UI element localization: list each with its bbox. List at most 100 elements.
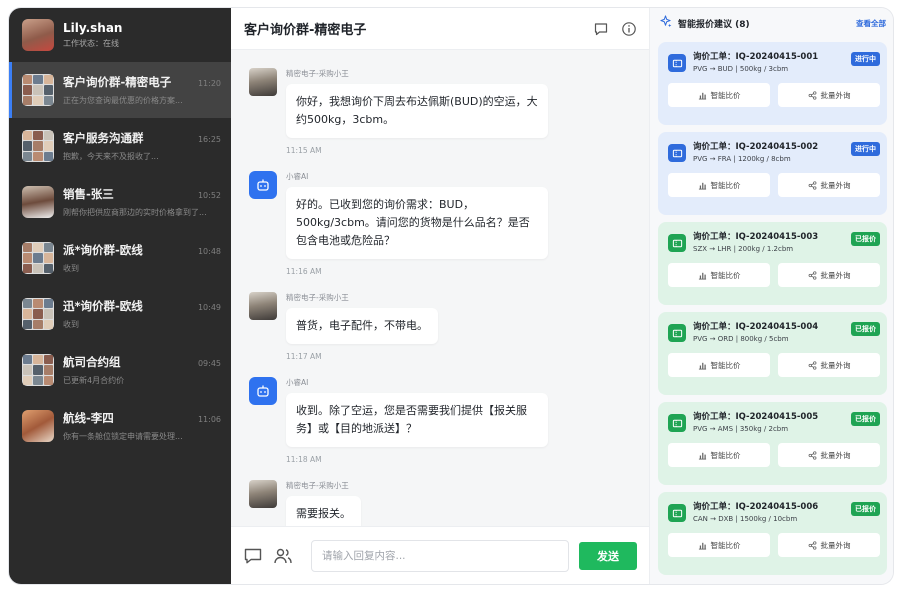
- info-icon[interactable]: [621, 21, 637, 37]
- people-icon[interactable]: [273, 546, 293, 566]
- conversation-name: 客户询价群-精密电子: [63, 75, 172, 89]
- message: 小睿AI 收到。除了空运，您是否需要我们提供【报关服务】或【目的地派送】？ 11:1…: [249, 377, 631, 464]
- smart-compare-label: 智能比价: [710, 90, 741, 100]
- batch-inquiry-label: 批量外询: [820, 360, 851, 370]
- ticket-icon: [668, 234, 686, 252]
- message-sender: 小睿AI: [286, 378, 309, 387]
- quote-card[interactable]: 询价工单：IQ-20240415-004 PVG → ORD | 800kg /…: [658, 312, 887, 395]
- message-bubble: 普货，电子配件，不带电。: [286, 308, 438, 344]
- quote-id: 询价工单：IQ-20240415-001: [693, 52, 819, 62]
- batch-inquiry-button[interactable]: 批量外询: [778, 353, 880, 377]
- chat-bubble-icon[interactable]: [593, 21, 609, 37]
- bar-chart-icon: [698, 91, 707, 100]
- smart-compare-label: 智能比价: [710, 360, 741, 370]
- sparkle-icon: [659, 15, 672, 31]
- conversation-avatar: [22, 298, 54, 330]
- conversation-item[interactable]: 销售-张三 10:52 刚帮你把供应商那边的实时价格拿到了...: [9, 174, 231, 230]
- status-badge: 已报价: [851, 502, 880, 516]
- share-icon: [808, 90, 817, 100]
- quote-card[interactable]: 询价工单：IQ-20240415-001 PVG → BUD | 500kg /…: [658, 42, 887, 125]
- batch-inquiry-button[interactable]: 批量外询: [778, 83, 880, 107]
- batch-inquiry-button[interactable]: 批量外询: [778, 533, 880, 557]
- conversation-name: 客户服务沟通群: [63, 131, 144, 145]
- conversation-item[interactable]: 航线-李四 11:06 你有一条舱位锁定申请需要处理...: [9, 398, 231, 454]
- conversation-item[interactable]: 客户服务沟通群 16:25 抱歉，今天来不及报收了...: [9, 118, 231, 174]
- conversation-preview: 收到: [63, 264, 79, 273]
- conversation-item[interactable]: 航司合约组 09:45 已更新4月合约价: [9, 342, 231, 398]
- smart-compare-button[interactable]: 智能比价: [668, 83, 770, 107]
- share-icon: [808, 270, 817, 280]
- chat-header: 客户询价群-精密电子: [231, 8, 649, 50]
- quote-id: 询价工单：IQ-20240415-004: [693, 322, 819, 332]
- conversation-avatar: [22, 74, 54, 106]
- quote-route: PVG → FRA | 1200kg / 8cbm: [693, 155, 791, 163]
- message-sender: 精密电子-采购小王: [286, 69, 349, 78]
- quote-card-list: 询价工单：IQ-20240415-001 PVG → BUD | 500kg /…: [658, 42, 887, 575]
- batch-inquiry-label: 批量外询: [820, 270, 851, 280]
- share-icon: [808, 450, 817, 460]
- smart-compare-button[interactable]: 智能比价: [668, 263, 770, 287]
- conversation-preview: 抱歉，今天来不及报收了...: [63, 152, 159, 161]
- conversation-item[interactable]: 客户询价群-精密电子 11:20 正在为您查询最优惠的价格方案...: [9, 62, 231, 118]
- conversation-time: 10:48: [197, 247, 221, 256]
- batch-inquiry-label: 批量外询: [820, 90, 851, 100]
- conversation-name: 派*询价群-欧线: [63, 243, 143, 257]
- smart-compare-label: 智能比价: [710, 540, 741, 550]
- conversation-avatar: [22, 354, 54, 386]
- conversation-item[interactable]: 迅*询价群-欧线 10:49 收到: [9, 286, 231, 342]
- conversation-avatar: [22, 130, 54, 162]
- message-sender: 精密电子-采购小王: [286, 481, 349, 490]
- send-button[interactable]: 发送: [579, 541, 637, 570]
- view-all-link[interactable]: 查看全部: [856, 18, 886, 29]
- conversation-item[interactable]: 派*询价群-欧线 10:48 收到: [9, 230, 231, 286]
- conversation-name: 航司合约组: [63, 355, 121, 369]
- smart-compare-label: 智能比价: [710, 180, 741, 190]
- quote-card[interactable]: 询价工单：IQ-20240415-006 CAN → DXB | 1500kg …: [658, 492, 887, 575]
- quote-route: SZX → LHR | 200kg / 1.2cbm: [693, 245, 794, 253]
- composer: 发送: [231, 526, 649, 584]
- quote-suggestions-panel: 智能报价建议 (8) 查看全部 询价工单：IQ-20240415-001 PVG…: [649, 8, 893, 584]
- conversation-time: 09:45: [197, 359, 221, 368]
- user-profile[interactable]: Lily.shan 工作状态：在线: [9, 8, 231, 62]
- batch-inquiry-label: 批量外询: [820, 180, 851, 190]
- message-bubble: 收到。除了空运，您是否需要我们提供【报关服务】或【目的地派送】？: [286, 393, 548, 447]
- chat-bubble-icon[interactable]: [243, 546, 263, 566]
- quote-route: PVG → BUD | 500kg / 3cbm: [693, 65, 789, 73]
- batch-inquiry-button[interactable]: 批量外询: [778, 443, 880, 467]
- reply-input[interactable]: [311, 539, 569, 572]
- conversation-preview: 刚帮你把供应商那边的实时价格拿到了...: [63, 208, 207, 217]
- bar-chart-icon: [698, 361, 707, 370]
- batch-inquiry-label: 批量外询: [820, 450, 851, 460]
- smart-compare-button[interactable]: 智能比价: [668, 353, 770, 377]
- smart-compare-button[interactable]: 智能比价: [668, 443, 770, 467]
- status-badge: 进行中: [851, 142, 880, 156]
- message: 小睿AI 好的。已收到您的询价需求：BUD，500kg/3cbm。请问您的货物是什…: [249, 171, 631, 276]
- sender-avatar: [249, 292, 277, 320]
- smart-compare-label: 智能比价: [710, 270, 741, 280]
- chat-area: 客户询价群-精密电子 精密电子-采购小王 你好，我想询价下周去布达佩斯(BUD)的…: [231, 8, 649, 584]
- message-time: 11:15 AM: [286, 146, 322, 155]
- batch-inquiry-button[interactable]: 批量外询: [778, 263, 880, 287]
- conversation-avatar: [22, 242, 54, 274]
- smart-compare-button[interactable]: 智能比价: [668, 173, 770, 197]
- quote-card[interactable]: 询价工单：IQ-20240415-002 PVG → FRA | 1200kg …: [658, 132, 887, 215]
- robot-icon: [249, 171, 277, 199]
- conversation-avatar: [22, 186, 54, 218]
- status-badge: 已报价: [851, 232, 880, 246]
- message-bubble: 需要报关。: [286, 496, 361, 526]
- status-badge: 已报价: [851, 322, 880, 336]
- ticket-icon: [668, 54, 686, 72]
- quote-id: 询价工单：IQ-20240415-003: [693, 232, 819, 242]
- message: 精密电子-采购小王需要报关。: [249, 480, 631, 526]
- batch-inquiry-button[interactable]: 批量外询: [778, 173, 880, 197]
- conversation-preview: 正在为您查询最优惠的价格方案...: [63, 96, 183, 105]
- panel-header: 智能报价建议 (8) 查看全部: [658, 8, 887, 38]
- status-badge: 已报价: [851, 412, 880, 426]
- smart-compare-button[interactable]: 智能比价: [668, 533, 770, 557]
- ticket-icon: [668, 414, 686, 432]
- conversation-name: 迅*询价群-欧线: [63, 299, 143, 313]
- conversation-preview: 收到: [63, 320, 79, 329]
- sender-avatar: [249, 68, 277, 96]
- quote-card[interactable]: 询价工单：IQ-20240415-005 PVG → AMS | 350kg /…: [658, 402, 887, 485]
- quote-card[interactable]: 询价工单：IQ-20240415-003 SZX → LHR | 200kg /…: [658, 222, 887, 305]
